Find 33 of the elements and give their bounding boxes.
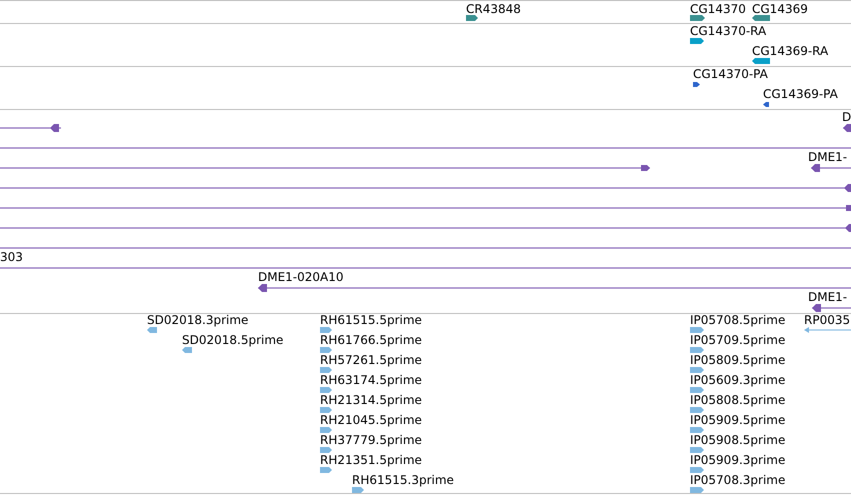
feature-label: IP05609.3prime [690, 373, 786, 387]
feature-label: SD02018.3prime [147, 314, 248, 327]
feature-label: IP05708.5prime [690, 314, 786, 327]
feature-label: SD02018.5prime [182, 333, 284, 347]
feature-label: DME1- [808, 290, 848, 304]
feature-label: IP05709.5prime [690, 333, 786, 347]
feature-label: IP05909.3prime [690, 453, 786, 467]
feature-label: IP05908.5prime [690, 433, 786, 447]
feature-label: CG14369 [752, 2, 808, 16]
feature-label: RH21045.5prime [320, 413, 422, 427]
feature-label: 303 [0, 250, 23, 264]
feature-label: CG14370-PA [693, 67, 768, 81]
feature-label: RH21351.5prime [320, 453, 422, 467]
feature-label: D [842, 110, 851, 124]
feature-label: RH37779.5prime [320, 433, 422, 447]
feature-label: CG14369-PA [763, 87, 838, 101]
feature-label: RH63174.5prime [320, 373, 422, 387]
feature-label: RH61515.5prime [320, 314, 422, 327]
feature-label: CG14369-RA [752, 44, 828, 58]
feature-label: IP05809.5prime [690, 353, 786, 367]
feature-label: CR43848 [466, 2, 521, 16]
feature-label: RP0035 [804, 314, 850, 327]
feature-label: IP05808.5prime [690, 393, 786, 407]
feature-label: CG14370 [690, 2, 746, 16]
feature-label: IP05708.3prime [690, 473, 786, 487]
feature-label: RH61515.3prime [352, 473, 454, 487]
feature-label: RH21314.5prime [320, 393, 422, 407]
feature-label: RH57261.5prime [320, 353, 422, 367]
feature-label: RH61766.5prime [320, 333, 422, 347]
feature-label: CG14370-RA [690, 24, 766, 38]
feature-label: IP05909.5prime [690, 413, 786, 427]
feature-label: DME1- [808, 150, 848, 164]
feature-label: DME1-020A10 [258, 270, 344, 284]
